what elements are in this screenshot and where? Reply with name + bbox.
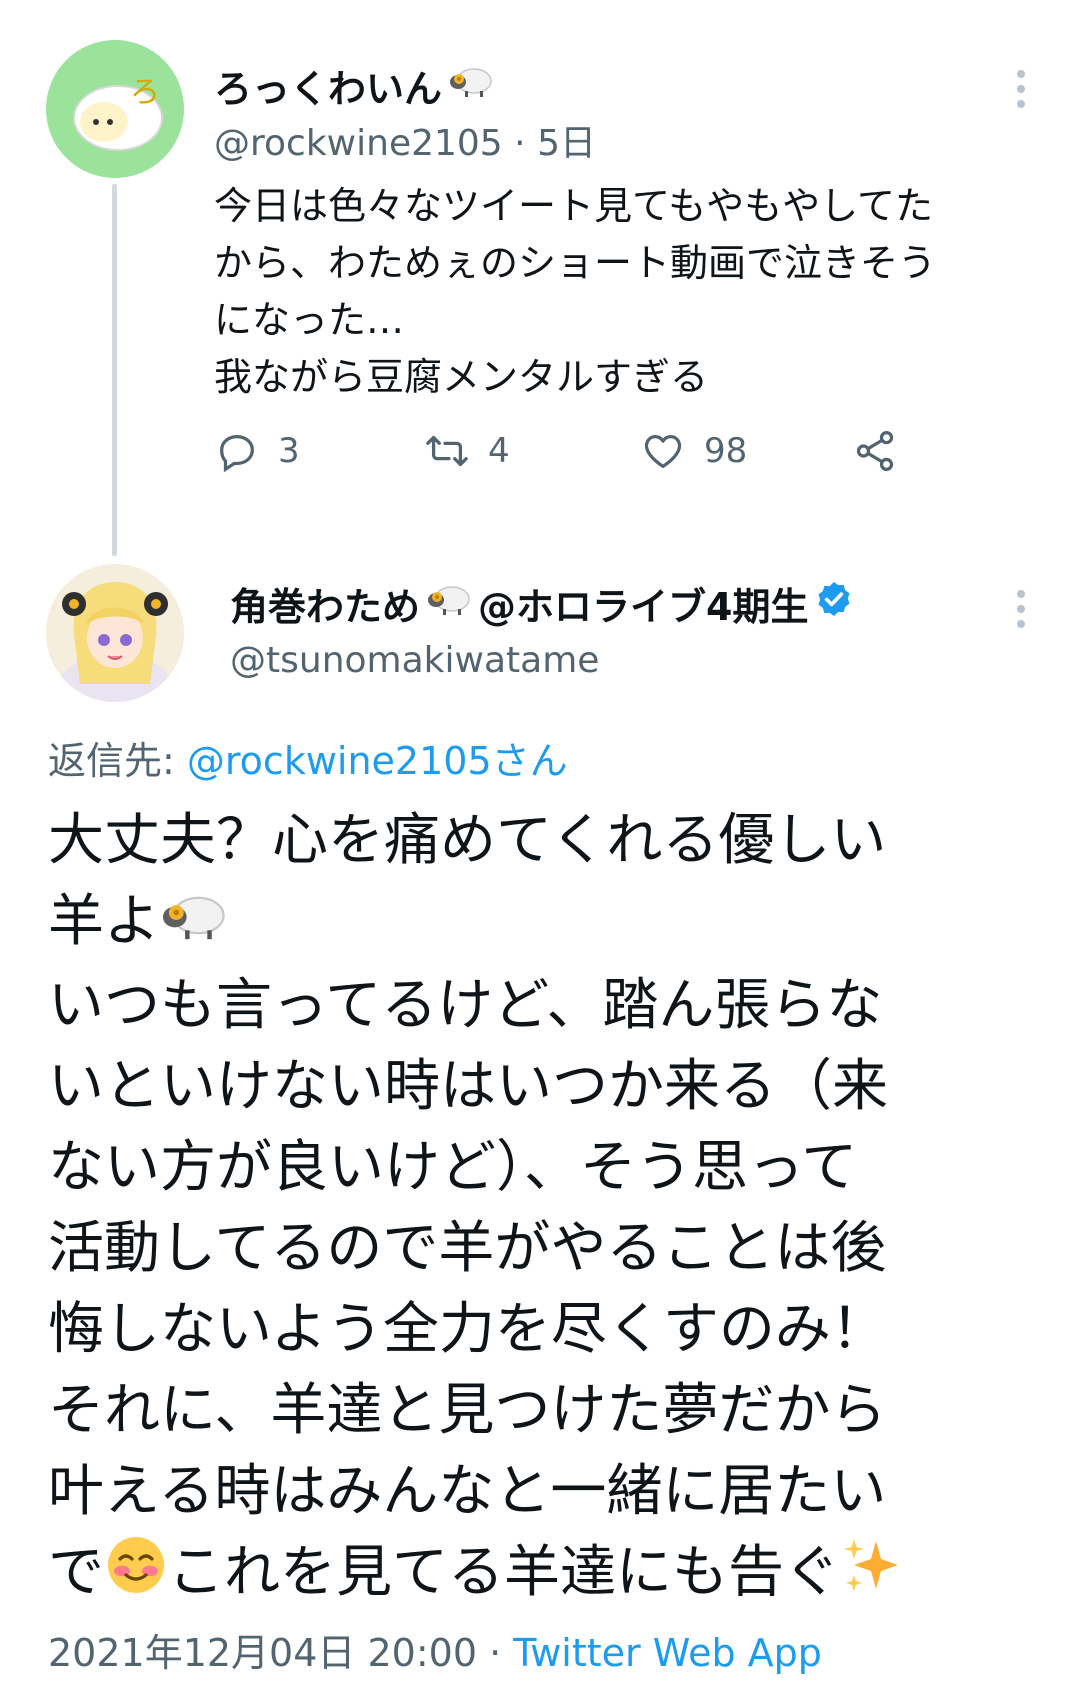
text-line: 叶える時はみんなと一緒に居たい [48,1459,887,1525]
parent-tweet-text: 今日は色々なツイート見てもやもやしてた から、わためぇのショート動画で泣きそう … [214,178,1054,406]
source-app-link[interactable]: Twitter Web App [513,1631,822,1675]
reply-count: 3 [278,431,300,471]
svg-text:ろ: ろ [130,75,160,110]
verified-badge-icon [814,579,854,628]
text-line: から、わためぇのショート動画で泣きそう [214,241,937,285]
meta-separator: · [514,123,526,164]
share-icon [856,430,894,472]
main-avatar[interactable] [46,564,184,702]
text-line: 悔しないよう全力を尽くすのみ！ [48,1297,887,1363]
text-line: いつも言ってるけど、踏ん張らな [48,973,883,1039]
parent-display-name[interactable]: ろっくわいん [214,58,442,113]
more-icon[interactable] [1016,70,1026,108]
text-line: 大丈夫？心を痛めてくれる優しい [48,808,887,873]
sheep-emoji [448,64,494,108]
replying-label: 返信先: [48,739,187,783]
replying-to-link[interactable]: @rockwine2105さん [187,739,568,783]
main-display-name[interactable]: 角巻わため [230,576,420,631]
text-line: 羊よ [48,881,1058,965]
replying-to: 返信先: @rockwine2105さん [48,730,568,785]
parent-handle[interactable]: @rockwine2105 [214,123,503,164]
main-tweet-text: 大丈夫？心を痛めてくれる優しい 羊よ いつも言ってるけど、踏ん張らな いといけな… [48,800,1058,1619]
action-bar: 3 4 98 [214,428,914,488]
text-segment: これを見てる羊達にも告ぐ [168,1540,840,1606]
sparkles-emoji [840,1533,904,1619]
more-icon[interactable] [1016,590,1026,628]
retweet-button[interactable]: 4 [424,428,510,474]
like-count: 98 [704,431,748,471]
thread-line [112,184,117,556]
text-line: 今日は色々なツイート見てもやもやしてた [214,184,933,228]
like-icon [644,434,682,468]
text-line: ない方が良いけど）、そう思って [48,1135,858,1201]
text-segment: で [48,1540,104,1606]
retweet-icon [426,435,468,467]
sheep-emoji [160,884,228,965]
reply-icon [220,434,254,473]
text-line: で これを見てる羊達にも告ぐ [48,1532,1058,1619]
text-segment: 羊よ [48,889,160,954]
reply-button[interactable]: 3 [214,428,300,474]
footer-separator: · [489,1631,502,1675]
tweet-timestamp[interactable]: 2021年12月04日 20:00 [48,1631,477,1675]
text-line: 活動してるので羊がやることは後 [48,1216,887,1282]
parent-time[interactable]: 5日 [537,123,596,164]
sheep-emoji [426,582,472,626]
text-line: いといけない時はいつか来る（来 [48,1054,888,1120]
retweet-count: 4 [488,431,510,471]
main-handle[interactable]: @tsunomakiwatame [230,640,599,681]
text-line: 我ながら豆腐メンタルすぎる [214,355,709,399]
display-name-suffix[interactable]: @ホロライブ4期生 [478,576,808,631]
text-line: になった… [214,298,405,342]
tweet-footer: 2021年12月04日 20:00 · Twitter Web App [48,1622,822,1677]
parent-avatar[interactable]: ろ [46,40,184,178]
parent-tweet[interactable]: ろ ろっくわいん @rockwine2105 · 5日 今日は色々なツイート見て… [0,0,1080,560]
text-line: それに、羊達と見つけた夢だから [48,1378,887,1444]
like-button[interactable]: 98 [640,428,747,474]
share-button[interactable] [852,428,898,474]
smiling-face-emoji [104,1533,168,1619]
